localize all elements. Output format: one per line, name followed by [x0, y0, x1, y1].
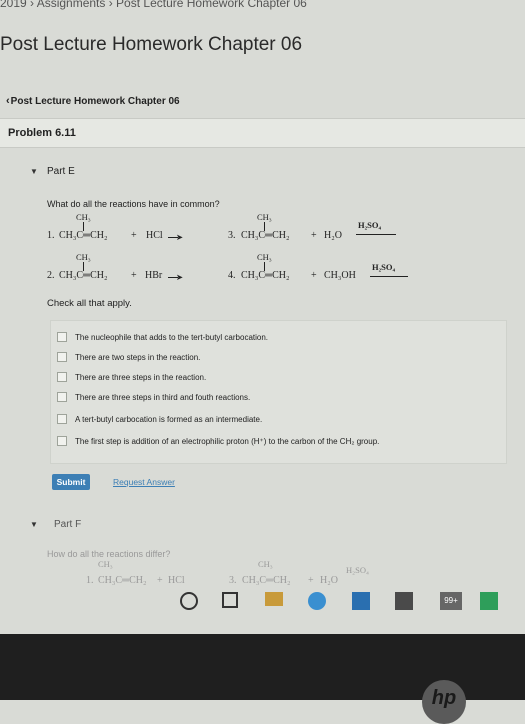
r3-catalyst: H₂SO₄ [358, 220, 382, 230]
r3-num: 3. [228, 230, 236, 241]
problem-label: Problem 6.11 [8, 127, 76, 139]
pf-r3-plus: + [308, 575, 314, 586]
r3-formula: CH₃C═CH₂ [241, 230, 290, 241]
checkbox[interactable] [57, 392, 67, 402]
pf-r1-methyl: CH₃ [98, 559, 113, 569]
part-e-label[interactable]: Part E [47, 166, 75, 177]
pf-r3-catalyst: H₂SO₄ [346, 565, 369, 575]
checkbox[interactable] [57, 372, 67, 382]
r4-methyl: CH₃ [257, 252, 272, 262]
back-link-label: Post Lecture Homework Chapter 06 [10, 96, 180, 107]
r4-num: 4. [228, 270, 236, 281]
checkbox[interactable] [57, 352, 67, 362]
chevron-left-icon: ‹ [6, 95, 10, 107]
r4-formula: CH₃C═CH₂ [241, 270, 290, 281]
r2-methyl: CH₃ [76, 252, 91, 262]
option-2[interactable]: There are two steps in the reaction. [57, 351, 200, 363]
request-answer-link[interactable]: Request Answer [113, 477, 175, 487]
caret-down-icon[interactable]: ▼ [30, 520, 38, 529]
option-label: There are three steps in third and fouth… [75, 392, 251, 402]
r1-num: 1. [47, 230, 55, 241]
option-3[interactable]: There are three steps in the reaction. [57, 371, 206, 383]
option-label: There are three steps in the reaction. [75, 372, 207, 382]
caret-down-icon[interactable]: ▼ [30, 167, 38, 176]
app-icon[interactable] [480, 592, 498, 610]
notification-badge[interactable]: 99+ [440, 592, 462, 610]
part-e-question: What do all the reactions have in common… [47, 199, 220, 209]
checkbox[interactable] [57, 436, 67, 446]
search-circle-icon[interactable] [180, 592, 198, 610]
pf-r3-formula: CH₃C═CH₂ [242, 575, 291, 586]
checkbox[interactable] [57, 414, 67, 424]
r2-reagent: HBr [145, 270, 163, 281]
r2-plus: + [131, 270, 137, 281]
pf-r1-reagent: HCl [168, 575, 185, 586]
store-icon[interactable] [395, 592, 413, 610]
taskbar: 99+ [0, 592, 525, 622]
hp-logo: hp [422, 680, 466, 724]
r4-reagent: CH₃OH [324, 270, 356, 281]
pf-r3-reagent: H₂O [320, 575, 338, 586]
r2-formula: CH₃C═CH₂ [59, 270, 108, 281]
back-link[interactable]: ‹Post Lecture Homework Chapter 06 [6, 95, 180, 107]
r2-num: 2. [47, 270, 55, 281]
task-view-icon[interactable] [222, 592, 238, 608]
r4-arrow [370, 276, 408, 277]
submit-button[interactable]: Submit [52, 474, 90, 490]
problem-bar: Problem 6.11 [0, 118, 525, 148]
option-4[interactable]: There are three steps in third and fouth… [57, 391, 250, 403]
browser-icon[interactable] [308, 592, 326, 610]
options-list: The nucleophile that adds to the tert-bu… [50, 320, 507, 464]
option-label: The nucleophile that adds to the tert-bu… [75, 332, 269, 342]
arrow-head-icon: ➤ [176, 232, 184, 242]
folder-icon[interactable] [265, 592, 283, 606]
pf-r1-formula: CH₃C═CH₂ [98, 575, 147, 586]
arrow-head-icon: ➤ [176, 272, 184, 282]
checkbox[interactable] [57, 332, 67, 342]
pf-r3-methyl: CH₃ [258, 559, 273, 569]
r1-plus: + [131, 230, 137, 241]
check-all-instruction: Check all that apply. [47, 298, 132, 309]
r1-formula: CH₃C═CH₂ [59, 230, 108, 241]
part-f-question: How do all the reactions differ? [47, 549, 171, 559]
mail-icon[interactable] [352, 592, 370, 610]
r3-methyl: CH₃ [257, 212, 272, 222]
r4-catalyst: H₂SO₄ [372, 262, 396, 272]
pf-r3-num: 3. [229, 575, 237, 586]
r3-reagent: H₂O [324, 230, 342, 241]
r4-plus: + [311, 270, 317, 281]
pf-r1-num: 1. [86, 575, 94, 586]
option-6[interactable]: The first step is addition of an electro… [57, 435, 379, 447]
r1-methyl: CH₃ [76, 212, 91, 222]
breadcrumb[interactable]: 2019 › Assignments › Post Lecture Homewo… [0, 0, 307, 10]
page-title: Post Lecture Homework Chapter 06 [0, 34, 303, 55]
option-label: A tert-butyl carbocation is formed as an… [75, 414, 263, 424]
option-label: The first step is addition of an electro… [75, 436, 380, 446]
r3-plus: + [311, 230, 317, 241]
option-label: There are two steps in the reaction. [75, 352, 201, 362]
option-1[interactable]: The nucleophile that adds to the tert-bu… [57, 331, 268, 343]
part-f-label[interactable]: Part F [54, 519, 81, 530]
r3-arrow [356, 234, 396, 235]
r1-reagent: HCl [146, 230, 163, 241]
pf-r1-plus: + [157, 575, 163, 586]
option-5[interactable]: A tert-butyl carbocation is formed as an… [57, 413, 262, 425]
